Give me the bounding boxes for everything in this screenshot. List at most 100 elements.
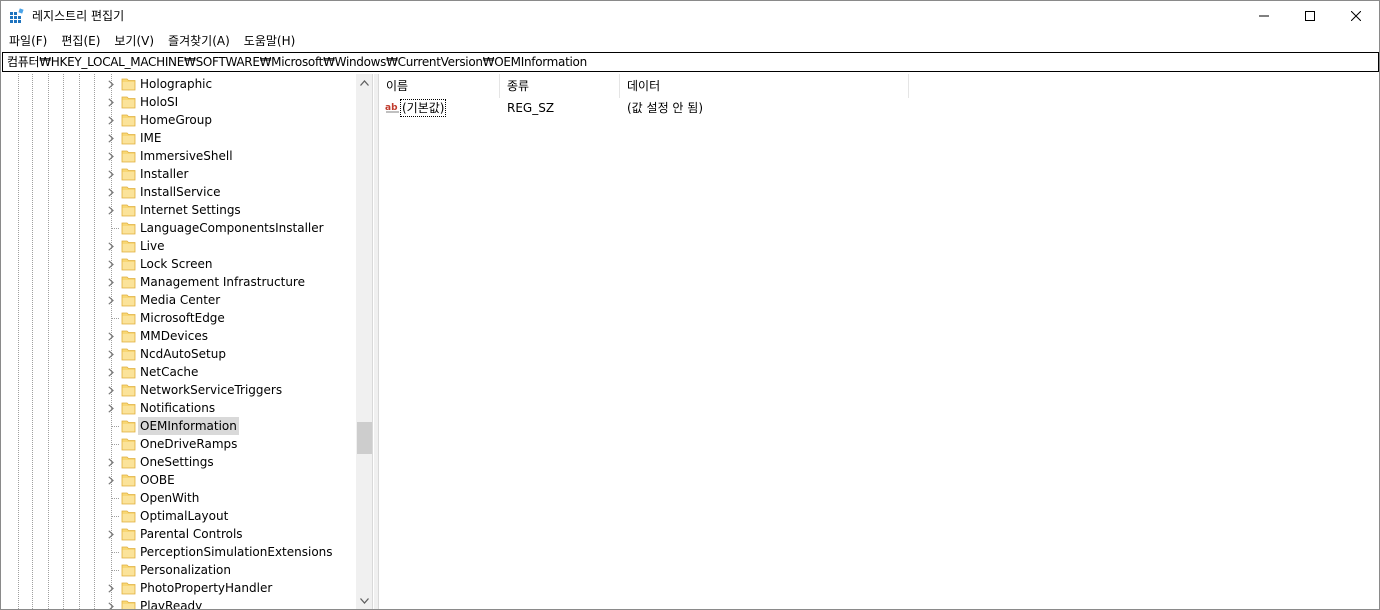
chevron-right-icon[interactable]: [105, 456, 117, 468]
tree-item[interactable]: Holographic: [3, 75, 355, 93]
chevron-right-icon[interactable]: [105, 96, 117, 108]
tree-item[interactable]: Parental Controls: [3, 525, 355, 543]
tree-item-label: PerceptionSimulationExtensions: [140, 545, 333, 559]
tree-item-label: Internet Settings: [140, 203, 241, 217]
value-type: REG_SZ: [507, 101, 555, 115]
folder-icon: [121, 347, 137, 361]
tree-item-label: Installer: [140, 167, 189, 181]
tree-item[interactable]: OpenWith: [3, 489, 355, 507]
folder-icon: [121, 401, 137, 415]
scroll-up-button[interactable]: [356, 74, 372, 91]
chevron-right-icon[interactable]: [105, 366, 117, 378]
chevron-right-icon[interactable]: [105, 186, 117, 198]
menu-view[interactable]: 보기(V): [107, 31, 161, 51]
tree-item-label: PhotoPropertyHandler: [140, 581, 273, 595]
tree-item[interactable]: NetCache: [3, 363, 355, 381]
tree-item[interactable]: MMDevices: [3, 327, 355, 345]
menu-edit[interactable]: 편집(E): [54, 31, 107, 51]
scroll-thumb[interactable]: [357, 422, 372, 454]
column-header-name[interactable]: 이름: [379, 74, 500, 98]
minimize-button[interactable]: [1241, 1, 1287, 31]
tree-item[interactable]: Internet Settings: [3, 201, 355, 219]
tree-item-label: InstallService: [140, 185, 221, 199]
string-value-icon: ab: [385, 100, 401, 116]
tree-item[interactable]: MicrosoftEdge: [3, 309, 355, 327]
tree-branch-line: [111, 516, 119, 517]
tree-item[interactable]: OptimalLayout: [3, 507, 355, 525]
value-data: (값 설정 안 됨): [627, 101, 704, 115]
tree-item[interactable]: InstallService: [3, 183, 355, 201]
registry-editor-window: 레지스트리 편집기 파일(F) 편집(E) 보기(V) 즐겨찾기(A) 도움말(…: [0, 0, 1380, 610]
tree-item[interactable]: Personalization: [3, 561, 355, 579]
chevron-right-icon[interactable]: [105, 258, 117, 270]
chevron-right-icon[interactable]: [105, 402, 117, 414]
chevron-right-icon[interactable]: [105, 600, 117, 609]
tree-item[interactable]: HomeGroup: [3, 111, 355, 129]
chevron-right-icon[interactable]: [105, 168, 117, 180]
tree-branch-line: [111, 552, 119, 553]
tree-scrollbar[interactable]: [356, 74, 372, 609]
tree-item[interactable]: Media Center: [3, 291, 355, 309]
chevron-right-icon[interactable]: [105, 204, 117, 216]
folder-icon: [121, 77, 137, 91]
tree-branch-line: [111, 228, 119, 229]
maximize-button[interactable]: [1287, 1, 1333, 31]
folder-icon: [121, 455, 137, 469]
chevron-right-icon[interactable]: [105, 474, 117, 486]
folder-icon: [121, 293, 137, 307]
value-row[interactable]: ab (기본값) REG_SZ (값 설정 안 됨): [379, 99, 1379, 117]
tree-item[interactable]: OneDriveRamps: [3, 435, 355, 453]
chevron-right-icon[interactable]: [105, 114, 117, 126]
tree-item[interactable]: Management Infrastructure: [3, 273, 355, 291]
tree-item[interactable]: OEMInformation: [3, 417, 355, 435]
chevron-right-icon[interactable]: [105, 582, 117, 594]
chevron-right-icon[interactable]: [105, 276, 117, 288]
title-bar[interactable]: 레지스트리 편집기: [1, 1, 1379, 31]
tree-item[interactable]: NetworkServiceTriggers: [3, 381, 355, 399]
tree-item[interactable]: LanguageComponentsInstaller: [3, 219, 355, 237]
tree-item[interactable]: Installer: [3, 165, 355, 183]
folder-icon: [121, 311, 137, 325]
tree-item[interactable]: PhotoPropertyHandler: [3, 579, 355, 597]
tree-item-label: Management Infrastructure: [140, 275, 305, 289]
folder-icon: [121, 203, 137, 217]
chevron-right-icon[interactable]: [105, 330, 117, 342]
folder-icon: [121, 509, 137, 523]
tree-item[interactable]: ImmersiveShell: [3, 147, 355, 165]
chevron-right-icon[interactable]: [105, 528, 117, 540]
chevron-right-icon[interactable]: [105, 150, 117, 162]
menu-favorites[interactable]: 즐겨찾기(A): [161, 31, 237, 51]
tree-item-label: Holographic: [140, 77, 213, 91]
tree-item-label: HoloSI: [140, 95, 179, 109]
tree-item[interactable]: Notifications: [3, 399, 355, 417]
tree-item[interactable]: OneSettings: [3, 453, 355, 471]
menu-file[interactable]: 파일(F): [2, 31, 54, 51]
chevron-right-icon[interactable]: [105, 294, 117, 306]
chevron-right-icon[interactable]: [105, 240, 117, 252]
key-tree-pane[interactable]: Holographic HoloSI HomeGroup IME ImmersiveSh…: [3, 74, 373, 609]
tree-item[interactable]: NcdAutoSetup: [3, 345, 355, 363]
folder-icon: [121, 437, 137, 451]
tree-item[interactable]: Lock Screen: [3, 255, 355, 273]
column-header-type[interactable]: 종류: [500, 74, 620, 98]
chevron-right-icon[interactable]: [105, 132, 117, 144]
tree-item[interactable]: Live: [3, 237, 355, 255]
values-list-pane[interactable]: 이름 종류 데이터 ab (기본값) REG_SZ (값 설정 안 됨): [378, 74, 1379, 609]
folder-icon: [121, 329, 137, 343]
close-button[interactable]: [1333, 1, 1379, 31]
menu-help[interactable]: 도움말(H): [237, 31, 303, 51]
tree-item[interactable]: OOBE: [3, 471, 355, 489]
tree-item[interactable]: PlayReady: [3, 597, 355, 609]
folder-icon: [121, 365, 137, 379]
chevron-right-icon[interactable]: [105, 384, 117, 396]
folder-icon: [121, 257, 137, 271]
chevron-right-icon[interactable]: [105, 348, 117, 360]
tree-item[interactable]: PerceptionSimulationExtensions: [3, 543, 355, 561]
scroll-down-button[interactable]: [356, 592, 372, 609]
chevron-right-icon[interactable]: [105, 78, 117, 90]
tree-item[interactable]: HoloSI: [3, 93, 355, 111]
address-bar[interactable]: 컴퓨터₩HKEY_LOCAL_MACHINE₩SOFTWARE₩Microsof…: [2, 52, 1379, 72]
tree-item[interactable]: IME: [3, 129, 355, 147]
column-header-data[interactable]: 데이터: [620, 74, 909, 98]
list-header: 이름 종류 데이터: [379, 74, 1379, 98]
